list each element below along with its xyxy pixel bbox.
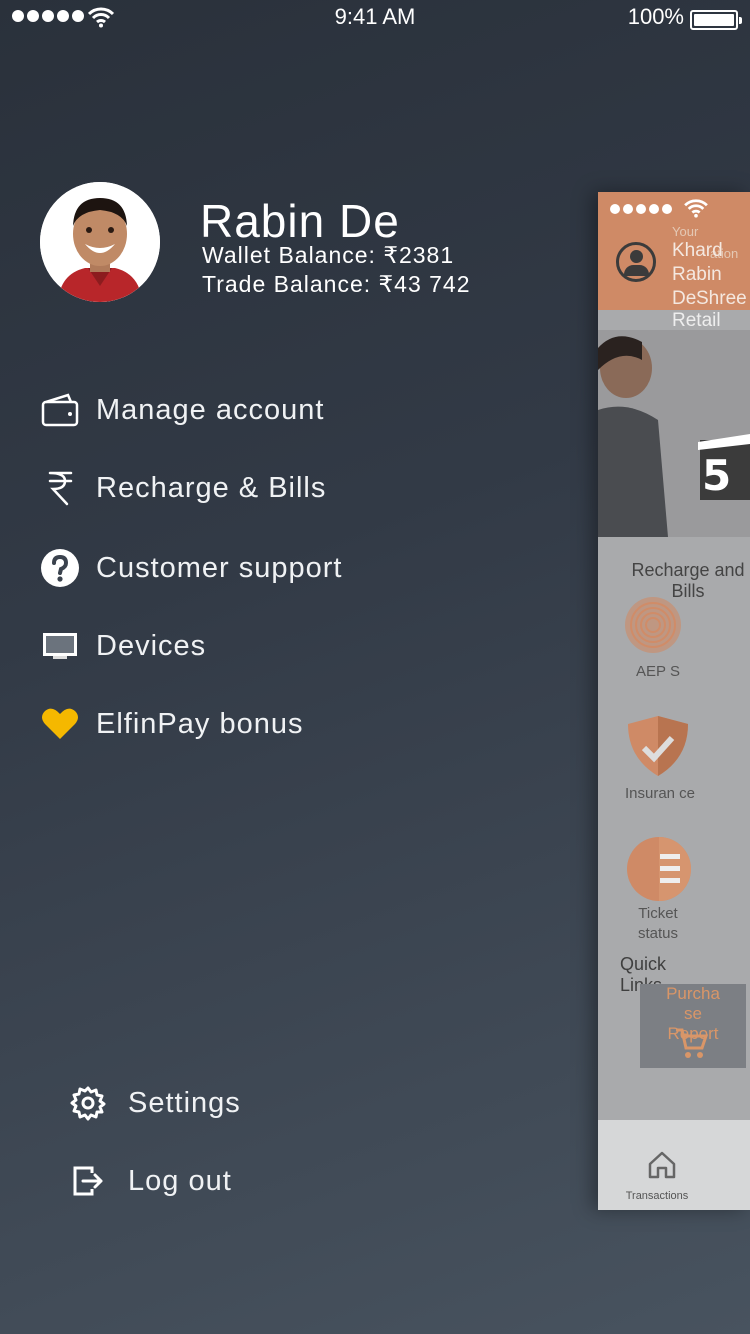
tile-aeps[interactable]: AEP S — [622, 662, 694, 682]
home-icon[interactable] — [646, 1150, 678, 1180]
wifi-icon — [684, 199, 708, 218]
logout-label: Log out — [128, 1164, 232, 1197]
shield-icon — [628, 716, 688, 776]
avatar[interactable] — [40, 182, 160, 302]
user-icon[interactable] — [616, 242, 656, 282]
rupee-icon — [38, 466, 82, 510]
header-line: Khard — [672, 240, 723, 261]
menu-item-label: Devices — [96, 629, 207, 662]
user-name: Rabin De — [200, 195, 400, 247]
fingerprint-icon — [625, 597, 681, 653]
logout-button[interactable]: Log out — [66, 1151, 606, 1211]
header-hint: Your — [672, 224, 699, 239]
main-screen-header: Your ation Khard Rabin De Shree La — [598, 192, 750, 310]
tab-bar: Transactions — [598, 1120, 750, 1210]
main-screen-preview[interactable]: Your ation Khard Rabin De Shree La Retai… — [598, 192, 750, 1210]
header-line: Shree La — [696, 288, 750, 309]
header-line: Rabin — [672, 264, 722, 285]
logout-icon — [66, 1159, 110, 1203]
menu-item-label: Customer support — [96, 551, 343, 584]
trade-balance: Trade Balance: ₹43 742 — [202, 271, 471, 297]
signal-strength-icon — [610, 204, 672, 214]
menu-item-label: Manage account — [96, 393, 325, 426]
menu-item-label: ElfinPay bonus — [96, 707, 304, 740]
battery-percent: 100% — [627, 4, 684, 29]
header-line: Retail — [672, 310, 721, 331]
wallet-balance: Wallet Balance: ₹2381 — [202, 242, 455, 268]
profile-header: Rabin De Wallet Balance: ₹2381 Trade Bal… — [40, 182, 580, 307]
ticket-status-icon — [627, 837, 691, 901]
wallet-icon — [38, 388, 82, 432]
promo-banner[interactable]: 5 — [598, 330, 750, 537]
menu-item-elfinpay-bonus[interactable]: ElfinPay bonus — [38, 694, 578, 754]
svg-text:5: 5 — [702, 451, 731, 500]
menu-item-devices[interactable]: Devices — [38, 616, 578, 676]
device-icon — [38, 624, 82, 668]
battery-icon — [690, 10, 742, 30]
cart-icon — [676, 1028, 708, 1058]
menu-item-manage-account[interactable]: Manage account — [38, 380, 578, 440]
tile-ticket-status[interactable]: Ticket status — [622, 904, 694, 944]
heart-icon — [38, 702, 82, 746]
gear-icon — [66, 1081, 110, 1125]
menu-item-recharge-bills[interactable]: Recharge & Bills — [38, 458, 578, 518]
menu-item-label: Recharge & Bills — [96, 471, 327, 504]
tile-insurance[interactable]: Insuran ce — [622, 784, 698, 804]
purchase-report-button[interactable]: Purcha se Report — [640, 984, 746, 1068]
tab-transactions[interactable]: Transactions — [598, 1190, 716, 1202]
settings-label: Settings — [128, 1086, 241, 1119]
settings-button[interactable]: Settings — [66, 1073, 606, 1133]
status-bar: 9:41 AM 100% — [0, 0, 750, 40]
menu-item-customer-support[interactable]: Customer support — [38, 538, 578, 598]
question-icon — [38, 546, 82, 590]
header-line: De — [672, 288, 697, 309]
